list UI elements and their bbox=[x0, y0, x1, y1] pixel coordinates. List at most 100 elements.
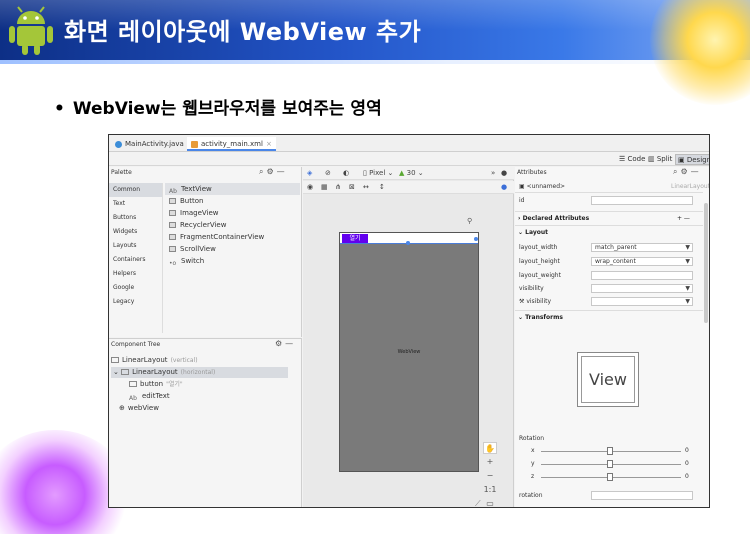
attributes-scrollbar[interactable] bbox=[704, 203, 708, 323]
transform-preview: View bbox=[577, 352, 639, 407]
slider-knob[interactable] bbox=[607, 460, 613, 468]
category-common[interactable]: Common bbox=[109, 183, 162, 197]
open-button[interactable]: 열기 bbox=[342, 234, 368, 243]
chevron-down-icon[interactable]: ⌄ bbox=[113, 368, 119, 376]
attributes-panel: Attributes ⌕⚙— ▣ <unnamed> LinearLayout … bbox=[515, 167, 709, 507]
resize-handle[interactable] bbox=[406, 241, 410, 245]
tree-node-linearlayout-vertical[interactable]: LinearLayout (vertical) bbox=[111, 355, 291, 366]
phone-preview[interactable]: 열기 WebView bbox=[339, 232, 479, 472]
align-horizontal-icon[interactable]: ↔ bbox=[363, 182, 369, 193]
night-mode-icon[interactable]: ◐ bbox=[343, 168, 349, 179]
tree-node-edittext[interactable]: Ab editText bbox=[129, 391, 170, 402]
category-text[interactable]: Text bbox=[109, 197, 162, 211]
bullet-point: • WebView는 웹브라우저를 보여주는 영역 bbox=[54, 94, 382, 119]
category-containers[interactable]: Containers bbox=[109, 253, 162, 267]
category-widgets[interactable]: Widgets bbox=[109, 225, 162, 239]
node-tag: "열기" bbox=[166, 381, 183, 388]
transforms-section[interactable]: ⌄ Transforms bbox=[515, 310, 703, 323]
layout-width-select[interactable]: match_parent ▼ bbox=[591, 243, 693, 252]
layout-weight-field[interactable] bbox=[591, 271, 693, 280]
zoom-in-icon[interactable]: + bbox=[483, 456, 497, 468]
layout-label: Layout bbox=[525, 229, 548, 236]
axis-value: 0 bbox=[685, 473, 689, 480]
pin-icon[interactable]: ⚲ bbox=[467, 217, 472, 225]
eye-icon[interactable]: ◉ bbox=[307, 182, 313, 193]
layout-section[interactable]: ⌄ Layout bbox=[515, 225, 703, 238]
more-icon[interactable]: » bbox=[491, 168, 495, 179]
slider-knob[interactable] bbox=[607, 447, 613, 455]
split-label: Split bbox=[656, 155, 673, 163]
category-legacy[interactable]: Legacy bbox=[109, 295, 162, 309]
node-label: button bbox=[140, 380, 164, 388]
tools-visibility-select[interactable]: ▼ bbox=[591, 297, 693, 306]
view-mode-bar: ☰ Code ▥ Split ▣ Design bbox=[109, 152, 709, 166]
gear-icon[interactable]: ⚙ bbox=[275, 339, 285, 348]
axis-value: 0 bbox=[685, 447, 689, 454]
zoom-to-fit-icon[interactable]: ▭ bbox=[483, 498, 497, 507]
minimize-icon[interactable]: — bbox=[691, 167, 702, 176]
help-icon[interactable]: ● bbox=[501, 182, 507, 193]
code-mode-button[interactable]: ☰ Code bbox=[617, 154, 647, 165]
pan-hand-icon[interactable]: ✋ bbox=[483, 442, 497, 454]
palette-item-switch[interactable]: •o Switch bbox=[165, 255, 300, 267]
tab-main-activity[interactable]: MainActivity.java× bbox=[111, 137, 197, 151]
grid-icon[interactable]: ▦ bbox=[321, 182, 328, 193]
minimize-icon[interactable]: — bbox=[285, 339, 296, 348]
category-google[interactable]: Google bbox=[109, 281, 162, 295]
resize-corner-icon[interactable]: ⟋ bbox=[475, 499, 481, 507]
axis-value: 0 bbox=[685, 460, 689, 467]
clear-constraints-icon[interactable]: ⊠ bbox=[349, 182, 355, 193]
declared-attributes-section[interactable]: › Declared Attributes + — bbox=[515, 211, 703, 224]
tree-node-button[interactable]: button "열기" bbox=[129, 379, 183, 390]
palette-item-imageview[interactable]: ImageView bbox=[165, 207, 300, 219]
component-label: <unnamed> bbox=[526, 183, 566, 190]
tree-node-webview[interactable]: ⊕ webView bbox=[119, 403, 159, 414]
dropdown-arrow-icon: ▼ bbox=[685, 258, 690, 265]
node-label: LinearLayout bbox=[132, 368, 178, 376]
zoom-out-icon[interactable]: − bbox=[483, 470, 497, 482]
palette-item-textview[interactable]: Ab TextView bbox=[165, 183, 300, 195]
magnet-icon[interactable]: ⋔ bbox=[335, 182, 341, 193]
gear-icon[interactable]: ⚙ bbox=[266, 167, 276, 176]
actual-size-icon[interactable]: 1:1 bbox=[483, 484, 497, 496]
split-mode-button[interactable]: ▥ Split bbox=[646, 154, 674, 165]
minimize-icon[interactable]: — bbox=[277, 167, 288, 176]
device-dropdown[interactable]: ▯ Pixel ⌄ bbox=[363, 168, 393, 179]
rotation-y-slider[interactable]: y0 bbox=[515, 458, 703, 470]
layers-icon[interactable]: ◈ bbox=[307, 168, 312, 179]
palette-item-button[interactable]: Button bbox=[165, 195, 300, 207]
design-label: Design bbox=[686, 156, 710, 164]
palette-item-fragmentcontainerview[interactable]: FragmentContainerView bbox=[165, 231, 300, 243]
add-icon[interactable]: + — bbox=[677, 212, 690, 225]
close-icon[interactable]: × bbox=[266, 140, 272, 148]
category-helpers[interactable]: Helpers bbox=[109, 267, 162, 281]
tab-activity-main-xml[interactable]: activity_main.xml × bbox=[187, 137, 276, 151]
category-layouts[interactable]: Layouts bbox=[109, 239, 162, 253]
sun-decoration bbox=[650, 0, 750, 105]
api-dropdown[interactable]: ▲ 30 ⌄ bbox=[399, 168, 424, 179]
blueprint-icon[interactable]: ⊘ bbox=[325, 168, 331, 179]
attr-label: visibility bbox=[526, 298, 552, 305]
node-tag: (vertical) bbox=[170, 357, 198, 364]
rotation-x-slider[interactable]: x0 bbox=[515, 445, 703, 457]
attr-row-tools-visibility: ⚒ visibility ▼ bbox=[515, 295, 703, 308]
resize-handle[interactable] bbox=[474, 237, 478, 241]
layout-height-select[interactable]: wrap_content ▼ bbox=[591, 257, 693, 266]
file-tab-bar: MainActivity.java× activity_main.xml× bbox=[109, 135, 709, 152]
category-buttons[interactable]: Buttons bbox=[109, 211, 162, 225]
rotation-field[interactable] bbox=[591, 491, 693, 500]
warning-icon[interactable]: ● bbox=[501, 168, 507, 179]
code-label: Code bbox=[627, 155, 646, 163]
image-icon bbox=[169, 210, 176, 216]
id-field[interactable] bbox=[591, 196, 693, 205]
palette-item-scrollview[interactable]: ScrollView bbox=[165, 243, 300, 255]
palette-item-recyclerview[interactable]: RecyclerView bbox=[165, 219, 300, 231]
layout-icon bbox=[121, 369, 130, 375]
tree-node-linearlayout-horizontal[interactable]: ⌄ LinearLayout (horizontal) bbox=[111, 367, 288, 378]
slider-knob[interactable] bbox=[607, 473, 613, 481]
design-mode-button[interactable]: ▣ Design bbox=[675, 154, 710, 165]
align-vertical-icon[interactable]: ↕ bbox=[379, 182, 385, 193]
rotation-z-slider[interactable]: z0 bbox=[515, 471, 703, 483]
gear-icon[interactable]: ⚙ bbox=[680, 167, 690, 176]
visibility-select[interactable]: ▼ bbox=[591, 284, 693, 293]
